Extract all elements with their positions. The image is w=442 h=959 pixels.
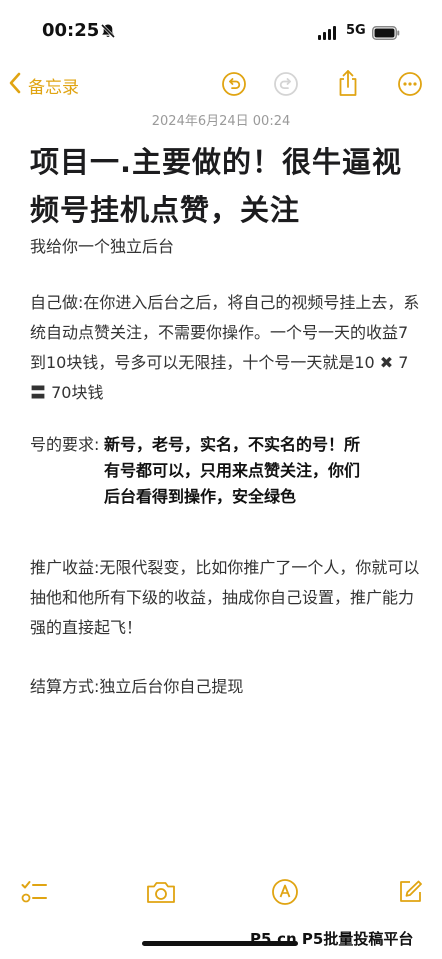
network-type: 5G [346,23,366,38]
chevron-left-icon [8,72,22,99]
status-bar: 00:25 5G [0,0,442,64]
requirement-label[interactable]: 号的要求: [30,432,99,458]
back-label: 备忘录 [28,78,79,98]
signal-icon [318,26,336,40]
watermark: P5.cn P5批量投稿平台 [250,930,414,948]
undo-icon[interactable] [221,71,247,101]
markup-pen-icon[interactable] [271,878,299,910]
more-icon[interactable] [397,71,423,101]
note-paragraph-settlement[interactable]: 结算方式:独立后台你自己提现 [30,672,422,702]
battery-icon [372,25,400,40]
note-paragraph-promotion[interactable]: 推广收益:无限代裂变，比如你推广了一个人，你就可以抽他和他所有下级的收益，抽成你… [30,553,422,643]
back-button[interactable]: 备忘录 [8,72,79,99]
redo-icon[interactable] [273,71,299,101]
note-intro[interactable]: 我给你一个独立后台 [30,232,422,262]
note-title[interactable]: 项目一.主要做的！很牛逼视频号挂机点赞，关注 [30,138,410,234]
nav-bar: 备忘录 [0,64,442,108]
note-date: 2024年6月24日 00:24 [151,114,291,129]
requirement-text[interactable]: 新号，老号，实名，不实名的号！所有号都可以，只用来点赞关注，你们后台看得到操作，… [104,432,372,510]
camera-icon[interactable] [145,878,177,910]
share-icon[interactable] [336,68,360,102]
status-time: 00:25 [42,20,100,41]
checklist-icon[interactable] [20,878,48,910]
bell-off-icon [100,23,116,43]
compose-icon[interactable] [396,878,424,910]
note-paragraph-self-operate[interactable]: 自己做:在你进入后台之后，将自己的视频号挂上去，系统自动点赞关注，不需要你操作。… [30,288,422,408]
